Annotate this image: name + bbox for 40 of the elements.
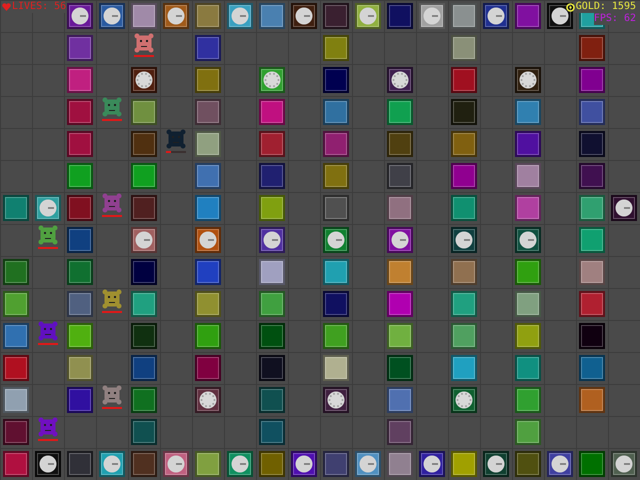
gauge-icon	[391, 231, 409, 249]
gauge-icon	[167, 455, 185, 473]
gauge-icon	[295, 7, 313, 25]
gauge-icon	[103, 455, 121, 473]
gauge-icon	[519, 231, 537, 249]
coin-counter: GOLD: 1595	[576, 1, 636, 13]
dotted-dial-icon	[263, 71, 281, 89]
dotted-dial-icon	[391, 71, 409, 89]
gauge-icon	[359, 7, 377, 25]
gauge-icon	[135, 231, 153, 249]
gauge-icon	[199, 231, 217, 249]
dotted-dial-icon	[135, 71, 153, 89]
gauge-icon	[551, 455, 569, 473]
gauge-icon	[551, 7, 569, 25]
coin-icon	[566, 2, 575, 12]
dotted-dial-icon	[519, 71, 537, 89]
gauge-icon	[231, 455, 249, 473]
gauge-icon	[231, 7, 249, 25]
gauge-icon	[423, 7, 441, 25]
gauge-icon	[295, 455, 313, 473]
gauge-icon	[455, 231, 473, 249]
dotted-dial-icon	[199, 391, 217, 409]
gauge-icon	[39, 199, 57, 217]
gauge-icon	[487, 7, 505, 25]
gauge-icon	[39, 455, 57, 473]
gauge-icon	[167, 7, 185, 25]
gauge-icon	[71, 7, 89, 25]
gauge-icon	[615, 199, 633, 217]
fps-counter: FPS: 62	[594, 13, 636, 25]
gauge-icon	[359, 455, 377, 473]
gauge-icon	[327, 231, 345, 249]
gauge-icon	[263, 231, 281, 249]
gauge-icon	[423, 455, 441, 473]
lives-counter: LIVES: 56	[12, 1, 66, 13]
heart-icon	[2, 3, 11, 11]
gauge-icon	[487, 455, 505, 473]
gauge-icon	[615, 455, 633, 473]
gauge-icon	[103, 7, 121, 25]
dotted-dial-icon	[455, 391, 473, 409]
dotted-dial-icon	[327, 391, 345, 409]
